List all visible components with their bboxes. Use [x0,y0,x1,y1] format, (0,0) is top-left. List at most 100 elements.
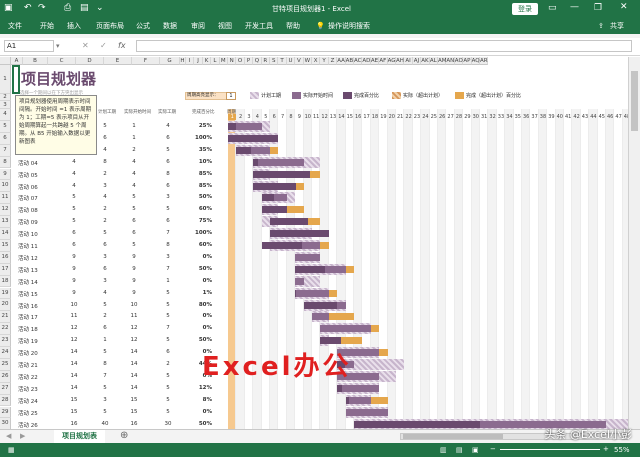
column-header-aa[interactable]: AA [337,57,346,65]
zoom-out-icon[interactable]: − [490,445,496,453]
tab-formulas[interactable]: 公式 [136,18,150,34]
period-highlight-input[interactable]: 1 [226,92,236,100]
column-header-s[interactable]: S [270,57,279,65]
column-header-m[interactable]: M [219,57,228,65]
column-header-an[interactable]: AN [446,57,455,65]
name-box-dropdown-icon[interactable]: ▾ [56,42,60,50]
column-header-ar[interactable]: AR [480,57,489,65]
h-scroll-thumb[interactable] [403,434,503,439]
select-all-corner[interactable] [0,57,11,65]
column-header-y[interactable]: Y [320,57,329,65]
minimize-icon[interactable]: — [570,2,579,12]
print-icon[interactable]: ▤ [80,3,89,13]
tab-data[interactable]: 数据 [163,18,177,34]
row-header-10[interactable]: 10 [0,180,11,193]
column-header-ab[interactable]: AB [345,57,354,65]
column-header-u[interactable]: U [286,57,296,65]
column-header-ac[interactable]: AC [354,57,363,65]
next-sheet-icon[interactable]: ▶ [20,432,25,440]
tab-insert[interactable]: 插入 [67,18,81,34]
row-header-20[interactable]: 20 [0,299,11,312]
row-header-21[interactable]: 21 [0,311,11,324]
column-header-e[interactable]: E [104,57,132,65]
row-header-27[interactable]: 27 [0,382,11,395]
column-header-c[interactable]: C [48,57,76,65]
restore-icon[interactable]: ❐ [594,3,602,13]
column-header-n[interactable]: N [228,57,237,65]
row-header-25[interactable]: 25 [0,358,11,371]
cancel-icon[interactable]: ✕ [82,41,89,50]
row-header-29[interactable]: 29 [0,406,11,419]
row-header-16[interactable]: 16 [0,251,11,264]
row-header-23[interactable]: 23 [0,335,11,347]
column-header-r[interactable]: R [261,57,270,65]
active-cell-a1[interactable] [12,65,20,94]
column-header-b[interactable]: B [23,57,48,65]
column-header-ao[interactable]: AO [454,57,464,65]
tab-page-layout[interactable]: 页面布局 [96,18,124,34]
name-box[interactable]: A1 [4,40,54,52]
column-header-x[interactable]: X [312,57,321,65]
column-header-a[interactable]: A [11,57,23,65]
row-header-1[interactable]: 1 [0,65,11,94]
column-header-t[interactable]: T [278,57,287,65]
enter-icon[interactable]: ✓ [100,41,107,50]
redo-icon[interactable]: ↷ [38,3,46,13]
share-icon[interactable]: ⇪ [598,18,604,34]
zoom-in-icon[interactable]: + [603,445,609,453]
formula-input[interactable] [136,40,632,52]
column-header-w[interactable]: W [303,57,312,65]
column-header-d[interactable]: D [76,57,104,65]
row-header-13[interactable]: 13 [0,216,11,228]
zoom-level[interactable]: 55% [614,446,630,454]
row-header-9[interactable]: 9 [0,168,11,181]
column-header-v[interactable]: V [295,57,304,65]
save-icon[interactable]: ▣ [4,3,13,13]
zoom-slider[interactable] [500,449,600,450]
column-header-j[interactable]: J [194,57,203,65]
print-preview-icon[interactable]: ⎙ [64,3,71,13]
row-header-11[interactable]: 11 [0,192,11,205]
login-button[interactable]: 登录 [512,3,538,15]
scroll-thumb[interactable] [631,71,638,131]
page-layout-view-icon[interactable]: ▤ [456,446,463,454]
column-header-am[interactable]: AM [438,57,447,65]
column-header-ae[interactable]: AE [370,57,380,65]
customize-quick-access-icon[interactable]: ⌄ [96,3,104,13]
row-header-17[interactable]: 17 [0,263,11,276]
row-header-14[interactable]: 14 [0,228,11,240]
prev-sheet-icon[interactable]: ◀ [6,432,11,440]
normal-view-icon[interactable]: ▥ [440,446,447,454]
tell-me-search[interactable]: 操作说明搜索 [328,18,370,34]
tab-review[interactable]: 审阅 [191,18,205,34]
column-header-aq[interactable]: AQ [471,57,480,65]
tab-file[interactable]: 文件 [8,18,22,34]
column-header-i[interactable]: I [186,57,195,65]
column-header-z[interactable]: Z [328,57,338,65]
row-header-12[interactable]: 12 [0,204,11,217]
row-header-4[interactable]: 4 [0,109,11,121]
row-header-7[interactable]: 7 [0,144,11,157]
column-header-ai[interactable]: AI [404,57,413,65]
column-header-af[interactable]: AF [379,57,388,65]
column-header-q[interactable]: Q [253,57,262,65]
vertical-scrollbar[interactable] [628,57,640,429]
row-header-22[interactable]: 22 [0,323,11,336]
tab-view[interactable]: 视图 [218,18,232,34]
row-header-30[interactable]: 30 [0,418,11,429]
column-header-ah[interactable]: AH [396,57,405,65]
tab-developer[interactable]: 开发工具 [245,18,273,34]
column-header-g[interactable]: G [160,57,180,65]
column-header-p[interactable]: P [244,57,254,65]
row-header-18[interactable]: 18 [0,275,11,288]
column-header-ad[interactable]: AD [362,57,371,65]
row-header-3[interactable]: 3 [0,101,11,109]
column-header-al[interactable]: AL [429,57,438,65]
tab-help[interactable]: 帮助 [286,18,300,34]
row-header-8[interactable]: 8 [0,156,11,169]
row-header-2[interactable]: 2 [0,94,11,101]
column-header-ak[interactable]: AK [421,57,430,65]
ribbon-display-options-icon[interactable]: ▭ [548,3,557,13]
column-header-aj[interactable]: AJ [412,57,422,65]
column-header-ag[interactable]: AG [387,57,396,65]
